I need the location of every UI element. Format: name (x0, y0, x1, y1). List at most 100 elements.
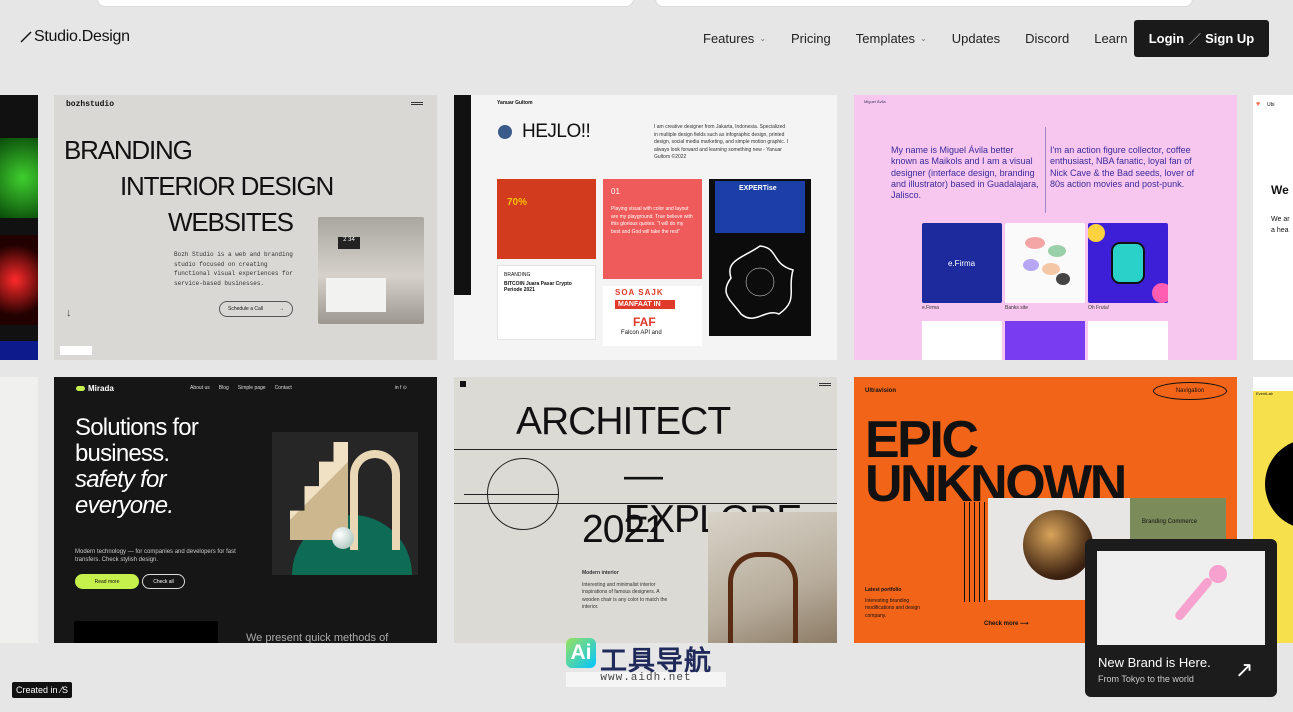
pink-stick-shape (1173, 576, 1214, 622)
pink-text-left: My name is Miguel Ávila better known as … (891, 145, 1039, 200)
top-input-right[interactable] (655, 0, 1193, 7)
nav-updates-label: Updates (951, 31, 1001, 46)
chair-shape (728, 552, 798, 643)
popup-thumbnail (1097, 551, 1265, 645)
chair-photo (708, 512, 837, 643)
watermark-ai-logo: Ai (566, 638, 596, 668)
blue-artwork (0, 341, 38, 360)
faf-heading: SOA SAJK (615, 288, 664, 297)
popup-title: New Brand is Here. (1098, 655, 1211, 670)
quote-text: Playing visual with color and layout are… (611, 206, 693, 235)
nav-learn[interactable]: Learn (1094, 31, 1127, 46)
firma-tile: e.Firma (922, 223, 1002, 303)
architect-line-3: 2021 (582, 508, 666, 551)
poster-tile: 70% (497, 179, 596, 259)
template-card-left-top[interactable] (0, 95, 38, 360)
pink-text-right: I'm an action figure collector, coffee e… (1050, 145, 1195, 189)
template-card-mirada[interactable]: Mirada About us Blog Simple page Contact… (54, 377, 437, 643)
signature-badge (60, 346, 92, 355)
read-more-button: Read more (75, 574, 139, 589)
expertise-label: EXPERTise (715, 181, 805, 233)
mirada-nav-about: About us (190, 385, 210, 391)
nav-updates[interactable]: Updates (952, 31, 1000, 46)
fruta-tile (1087, 223, 1172, 303)
faf-title: FAF (633, 315, 656, 329)
top-input-left[interactable] (97, 0, 634, 7)
poster-percent: 70% (507, 197, 528, 208)
rule-line (454, 449, 837, 450)
new-brand-popup[interactable]: New Brand is Here. From Tokyo to the wor… (1085, 539, 1277, 697)
desk-shape (326, 278, 386, 312)
epic-headline: EPIC UNKNOWN (865, 414, 1127, 510)
sculpture-shape (1023, 510, 1093, 580)
nav-features-label: Features (703, 31, 755, 46)
pink-tile-row2-2 (1005, 321, 1085, 360)
login-label: Login (1148, 31, 1185, 46)
mirada-nav-blog: Blog (218, 385, 229, 391)
stripe-lines (964, 502, 986, 602)
architecture-artwork (272, 432, 418, 575)
nav-templates[interactable]: Templates ⌄ (856, 31, 927, 46)
mirada-subtext: Modern technology — for companies and de… (75, 549, 236, 564)
nav-discord[interactable]: Discord (1025, 31, 1069, 46)
watermark: Ai 工具导航 www.aidh.net (566, 638, 726, 688)
login-signup-button[interactable]: Login ／ Sign Up (1134, 20, 1269, 57)
right-card-text: We ar a hea (1271, 216, 1290, 234)
clock-frame: 2 34 (338, 237, 360, 249)
mirada-nav-contact: Contact (274, 385, 292, 391)
pink-caption-1: e.Firma (922, 305, 939, 311)
bozh-line-2: INTERIOR DESIGN (120, 171, 334, 201)
schedule-call-button[interactable]: Schedule a Call → (219, 301, 293, 317)
created-in-badge[interactable]: Created in ⁄S (12, 682, 73, 698)
right-card-logo: Ubi (1267, 102, 1275, 108)
pink-header-name: Miguel Ávila (864, 99, 886, 104)
mirada-bottom-text: We present quick methods of (246, 632, 389, 643)
pink-caption-2: Banks site (1005, 305, 1029, 311)
arrow-up-right-icon[interactable]: ↗ (1235, 657, 1253, 683)
yanuar-name: Yanuar Gultom (497, 100, 533, 106)
glass-ball (332, 527, 354, 549)
bozh-line-1: BRANDING (64, 135, 193, 165)
mirada-line-3: safety for (75, 466, 167, 493)
template-card-miguel[interactable]: Miguel Ávila My name is Miguel Ávila bet… (854, 95, 1237, 360)
pink-tile-row2-3 (1088, 321, 1168, 360)
template-card-architect[interactable]: ARCHITECT — EXPLORE 2021 Modern interior… (454, 377, 837, 643)
faf-subtitle: Falcon API and (621, 330, 662, 336)
epic-latest-text: Interesting branding modifications and d… (865, 597, 921, 619)
main-nav: Features ⌄ Pricing Templates ⌄ Updates D… (703, 31, 1152, 46)
slash-logo-icon (20, 31, 32, 43)
faf-banner: MANFAAT IN (615, 300, 675, 309)
template-card-bozh[interactable]: bozhstudio BRANDING INTERIOR DESIGN WEBS… (54, 95, 437, 360)
logo-text: Studio.Design (34, 28, 130, 45)
nav-pricing[interactable]: Pricing (791, 31, 831, 46)
architect-line-1: ARCHITECT (516, 400, 731, 443)
bubbles-art (1023, 237, 1070, 285)
expertise-tile: EXPERTise (709, 179, 811, 336)
mirada-logo: Mirada (76, 384, 114, 393)
architect-info-title: Modern interior (582, 570, 619, 576)
nav-features[interactable]: Features ⌄ (703, 31, 766, 46)
article-tag: BRANDING (504, 272, 531, 278)
nav-pricing-label: Pricing (791, 31, 831, 46)
faf-tile: SOA SAJK MANFAAT IN FAF Falcon API and (603, 286, 702, 346)
red-artwork (0, 235, 38, 325)
template-card-left-bottom[interactable] (0, 377, 38, 643)
nav-templates-label: Templates (855, 31, 916, 46)
avatar (498, 125, 512, 139)
yanuar-bio: I am creative designer from Jakarta, Ind… (654, 124, 788, 160)
template-card-yanuar[interactable]: Yanuar Gultom HEJLO!! I am creative desi… (454, 95, 837, 360)
fruta-art (1087, 224, 1172, 303)
bubbles-tile (1005, 223, 1085, 303)
logo[interactable]: Studio.Design (20, 28, 130, 46)
black-circle (1265, 439, 1293, 529)
nav-discord-label: Discord (1025, 31, 1070, 46)
watermark-url: www.aidh.net (566, 672, 726, 687)
bozh-logo: bozhstudio (66, 100, 115, 109)
epic-latest: Latest portfolio Interesting branding mo… (865, 587, 935, 620)
arrow-right-icon: → (279, 306, 284, 312)
signup-label: Sign Up (1205, 31, 1255, 46)
architect-info: Modern interior Interesting and minimali… (582, 570, 672, 612)
popup-subtitle: From Tokyo to the world (1098, 674, 1194, 684)
slash-separator: ／ (1188, 32, 1202, 47)
template-card-right-top[interactable]: ♥ Ubi We We ar a hea (1253, 95, 1293, 360)
